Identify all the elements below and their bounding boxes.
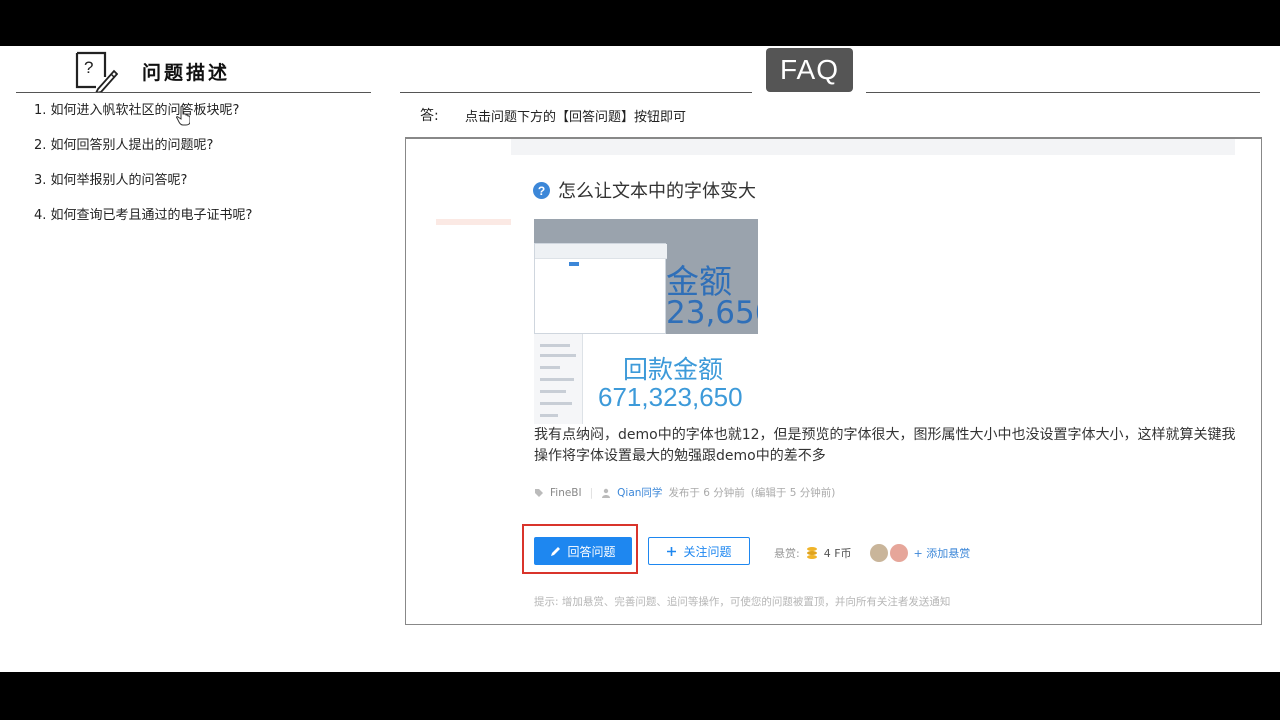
question-number: 2. xyxy=(34,138,47,153)
question-description: 我有点纳闷，demo中的字体也就12，但是预览的字体很大，图形属性大小中也没设置… xyxy=(534,427,1236,464)
question-text: 如何查询已考且通过的电子证书呢? xyxy=(50,208,253,223)
follow-question-button[interactable]: 关注问题 xyxy=(648,537,750,565)
screenshot-accent-band xyxy=(436,219,511,225)
attached-image-top: 金额 23,650 xyxy=(534,219,758,334)
question-number: 3. xyxy=(34,173,47,188)
image-top-value: 23,650 xyxy=(666,295,758,331)
follow-button-label: 关注问题 xyxy=(683,544,732,559)
section-title: 问题描述 xyxy=(142,62,231,84)
pencil-icon xyxy=(551,546,561,556)
hand-cursor-icon xyxy=(176,106,190,126)
question-badge-icon: ? xyxy=(533,182,550,199)
example-screenshot: ? 怎么让文本中的字体变大 金额 23,650 回款金额 671,323,650… xyxy=(405,137,1262,625)
answer-text: 点击问题下方的【回答问题】按钮即可 xyxy=(465,110,687,125)
answer-button-label: 回答问题 xyxy=(567,544,616,559)
meta-user[interactable]: Qian同学 xyxy=(617,485,662,500)
meta-published: 发布于 6 分钟前 xyxy=(668,487,745,499)
tag-icon xyxy=(535,488,543,497)
user-icon xyxy=(602,488,611,498)
right-divider xyxy=(866,92,1260,93)
coins-icon xyxy=(806,547,817,559)
plus-icon xyxy=(667,546,677,556)
faq-page: ? 问题描述 FAQ 1. 如何进入帆软社区的问答板块呢? 2. 如何回答别人提… xyxy=(0,46,1280,672)
reward-row: 悬赏: 4 F币 + 添加悬赏 xyxy=(774,544,970,562)
attached-image-side-panel xyxy=(534,334,583,424)
question-meta: FineBI | Qian同学 发布于 6 分钟前 (编辑于 5 分钟前) xyxy=(534,485,835,500)
answer-question-button[interactable]: 回答问题 xyxy=(534,537,632,565)
middle-divider xyxy=(400,92,752,93)
faq-badge: FAQ xyxy=(766,48,853,92)
question-item[interactable]: 3. 如何举报别人的问答呢? xyxy=(34,172,252,207)
answer-label: 答: xyxy=(420,108,439,124)
add-reward-link[interactable]: + 添加悬赏 xyxy=(914,545,971,561)
meta-tag[interactable]: FineBI xyxy=(550,487,582,499)
question-item[interactable]: 4. 如何查询已考且通过的电子证书呢? xyxy=(34,207,252,242)
hint-text: 提示: 增加悬赏、完善问题、追问等操作，可使您的问题被置顶，并向所有关注者发送通… xyxy=(534,596,951,608)
screenshot-header-band xyxy=(511,139,1235,155)
avatar[interactable] xyxy=(889,544,908,562)
question-item[interactable]: 2. 如何回答别人提出的问题呢? xyxy=(34,137,252,172)
left-divider xyxy=(16,92,371,93)
svg-text:?: ? xyxy=(84,58,93,77)
designer-window-thumbnail xyxy=(534,243,667,334)
question-text: 如何回答别人提出的问题呢? xyxy=(50,138,214,153)
reward-amount: 4 F币 xyxy=(823,547,852,560)
question-edit-icon: ? xyxy=(75,51,118,93)
meta-edited: (编辑于 5 分钟前) xyxy=(750,487,836,499)
avatar[interactable] xyxy=(869,544,888,562)
question-text: 如何进入帆软社区的问答板块呢? xyxy=(50,103,240,118)
question-text: 如何举报别人的问答呢? xyxy=(50,173,188,188)
question-title: 怎么让文本中的字体变大 xyxy=(558,181,756,202)
question-number: 1. xyxy=(34,103,47,118)
question-number: 4. xyxy=(34,208,47,223)
image-value: 671,323,650 xyxy=(598,382,743,412)
meta-separator: | xyxy=(589,486,594,499)
image-label: 回款金额 xyxy=(623,355,724,384)
question-list: 1. 如何进入帆软社区的问答板块呢? 2. 如何回答别人提出的问题呢? 3. 如… xyxy=(34,102,252,242)
question-item[interactable]: 1. 如何进入帆软社区的问答板块呢? xyxy=(34,102,252,137)
reward-label: 悬赏: xyxy=(774,547,800,560)
